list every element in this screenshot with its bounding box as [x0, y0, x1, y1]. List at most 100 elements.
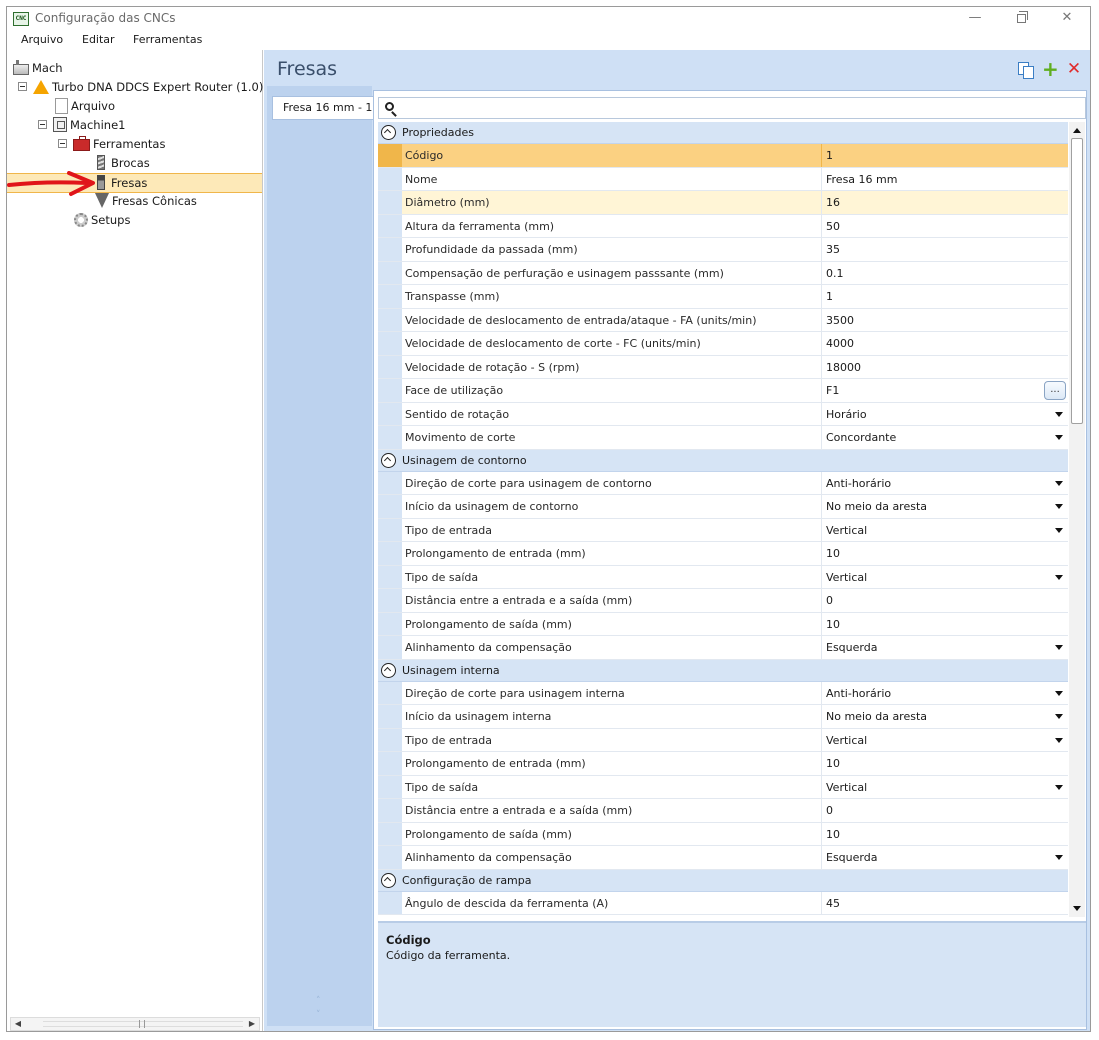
property-row[interactable]: Velocidade de rotação - S (rpm) 18000	[378, 355, 1068, 379]
property-row[interactable]: Prolongamento de saída (mm) 10	[378, 822, 1068, 846]
property-dropdown[interactable]: Vertical	[822, 776, 1068, 799]
property-row[interactable]: Altura da ferramenta (mm) 50	[378, 214, 1068, 238]
property-dropdown[interactable]: No meio da aresta	[822, 495, 1068, 518]
property-row[interactable]: Velocidade de deslocamento de corte - FC…	[378, 332, 1068, 356]
collapse-icon[interactable]	[38, 120, 47, 129]
menu-arquivo[interactable]: Arquivo	[21, 33, 63, 46]
property-value[interactable]: 1	[822, 285, 1068, 308]
collapse-icon[interactable]	[381, 452, 396, 468]
dropdown-arrow-icon[interactable]	[1055, 480, 1063, 486]
property-value[interactable]: 18000	[822, 356, 1068, 379]
scroll-left-icon[interactable]: ◀	[11, 1018, 25, 1030]
property-value[interactable]: 16	[822, 191, 1068, 214]
ellipsis-button[interactable]: ...	[1044, 381, 1066, 400]
property-row[interactable]: Prolongamento de saída (mm) 10	[378, 612, 1068, 636]
property-row[interactable]: Distância entre a entrada e a saída (mm)…	[378, 799, 1068, 823]
grid-vertical-scrollbar[interactable]	[1069, 122, 1085, 917]
tab-scroll-up-icon[interactable]: ˄	[316, 996, 321, 1006]
property-value[interactable]: 10	[822, 752, 1068, 775]
tree-item-ferramentas[interactable]: Ferramentas	[58, 134, 165, 153]
dropdown-arrow-icon[interactable]	[1055, 645, 1063, 650]
property-value[interactable]: 1	[822, 144, 1068, 167]
collapse-icon[interactable]	[381, 125, 396, 140]
property-row[interactable]: Sentido de rotação Horário	[378, 402, 1068, 426]
property-value[interactable]: 0.1	[822, 262, 1068, 285]
property-dropdown[interactable]: Anti-horário	[822, 682, 1068, 705]
property-value[interactable]: F1...	[822, 379, 1068, 402]
add-icon[interactable]: +	[1042, 59, 1059, 79]
collapse-icon[interactable]	[381, 662, 396, 678]
scrollbar-thumb[interactable]	[1071, 138, 1083, 424]
close-button[interactable]: ✕	[1044, 7, 1090, 31]
property-value[interactable]: 3500	[822, 309, 1068, 332]
tree-item-router[interactable]: Turbo DNA DDCS Expert Router (1.0)	[18, 77, 263, 96]
property-dropdown[interactable]: Anti-horário	[822, 472, 1068, 495]
scroll-right-icon[interactable]: ▶	[245, 1018, 259, 1030]
minimize-button[interactable]: —	[952, 7, 998, 31]
tree-item-setups[interactable]: Setups	[74, 210, 130, 229]
menu-editar[interactable]: Editar	[82, 33, 115, 46]
property-row[interactable]: Profundidade da passada (mm) 35	[378, 238, 1068, 262]
property-row[interactable]: Código 1	[378, 144, 1068, 168]
property-row[interactable]: Velocidade de deslocamento de entrada/at…	[378, 308, 1068, 332]
scroll-down-icon[interactable]	[1073, 906, 1081, 911]
dropdown-arrow-icon[interactable]	[1055, 784, 1063, 790]
delete-icon[interactable]: ✕	[1066, 61, 1082, 78]
scroll-up-icon[interactable]	[1073, 128, 1081, 133]
property-value[interactable]: 0	[822, 799, 1068, 822]
property-row[interactable]: Diâmetro (mm) 16	[378, 191, 1068, 215]
dropdown-arrow-icon[interactable]	[1055, 504, 1063, 509]
property-row[interactable]: Direção de corte para usinagem interna An…	[378, 681, 1068, 705]
property-dropdown[interactable]: Horário	[822, 403, 1068, 426]
tab-scroll-down-icon[interactable]: ˅	[316, 1010, 321, 1020]
maximize-button[interactable]	[998, 7, 1044, 31]
property-value[interactable]: 35	[822, 238, 1068, 261]
property-row[interactable]: Compensação de perfuração e usinagem pas…	[378, 261, 1068, 285]
property-dropdown[interactable]: Vertical	[822, 566, 1068, 589]
property-row[interactable]: Ângulo de descida da ferramenta (A) 45	[378, 891, 1068, 915]
property-row[interactable]: Início da usinagem interna No meio da are…	[378, 705, 1068, 729]
property-row[interactable]: Início da usinagem de contorno No meio da…	[378, 495, 1068, 519]
collapse-icon[interactable]	[18, 82, 27, 91]
property-value[interactable]: 0	[822, 589, 1068, 612]
property-row[interactable]: Distância entre a entrada e a saída (mm)…	[378, 589, 1068, 613]
property-row[interactable]: Nome Fresa 16 mm	[378, 167, 1068, 191]
search-box[interactable]	[378, 97, 1086, 119]
property-value[interactable]: 10	[822, 542, 1068, 565]
dropdown-arrow-icon[interactable]	[1055, 855, 1063, 860]
property-value[interactable]: 45	[822, 892, 1068, 915]
menu-ferramentas[interactable]: Ferramentas	[133, 33, 202, 46]
tree-horizontal-scrollbar[interactable]: ◀ ▶	[10, 1017, 260, 1031]
property-row[interactable]: Tipo de entrada Vertical	[378, 518, 1068, 542]
tree-item-brocas[interactable]: Brocas	[94, 153, 150, 172]
tab-fresa-16mm[interactable]: Fresa 16 mm - 1	[272, 96, 374, 120]
category-propriedades[interactable]: Propriedades	[378, 122, 1068, 144]
property-row[interactable]: Prolongamento de entrada (mm) 10	[378, 542, 1068, 566]
property-row[interactable]: Alinhamento da compensação Esquerda	[378, 846, 1068, 870]
property-value[interactable]: 10	[822, 823, 1068, 846]
dropdown-arrow-icon[interactable]	[1055, 435, 1063, 440]
property-row[interactable]: Prolongamento de entrada (mm) 10	[378, 752, 1068, 776]
dropdown-arrow-icon[interactable]	[1055, 714, 1063, 719]
property-value[interactable]: 4000	[822, 332, 1068, 355]
category-configuracao-rampa[interactable]: Configuração de rampa	[378, 869, 1068, 892]
duplicate-icon[interactable]	[1018, 62, 1034, 79]
tree-item-mach[interactable]: Mach	[13, 58, 63, 77]
property-value[interactable]: 10	[822, 613, 1068, 636]
collapse-icon[interactable]	[381, 872, 396, 888]
property-dropdown[interactable]: Esquerda	[822, 846, 1068, 869]
property-value[interactable]: 50	[822, 215, 1068, 238]
property-dropdown[interactable]: Concordante	[822, 426, 1068, 449]
property-row[interactable]: Tipo de saída Vertical	[378, 565, 1068, 589]
property-row[interactable]: Direção de corte para usinagem de contor…	[378, 471, 1068, 495]
dropdown-arrow-icon[interactable]	[1055, 690, 1063, 696]
property-dropdown[interactable]: Esquerda	[822, 636, 1068, 659]
property-dropdown[interactable]: Vertical	[822, 729, 1068, 752]
search-input[interactable]	[401, 100, 1081, 116]
property-row[interactable]: Alinhamento da compensação Esquerda	[378, 636, 1068, 660]
category-usinagem-interna[interactable]: Usinagem interna	[378, 659, 1068, 682]
property-row[interactable]: Tipo de entrada Vertical	[378, 728, 1068, 752]
property-row[interactable]: Tipo de saída Vertical	[378, 775, 1068, 799]
tree-item-arquivo[interactable]: Arquivo	[55, 96, 115, 115]
property-dropdown[interactable]: Vertical	[822, 519, 1068, 542]
